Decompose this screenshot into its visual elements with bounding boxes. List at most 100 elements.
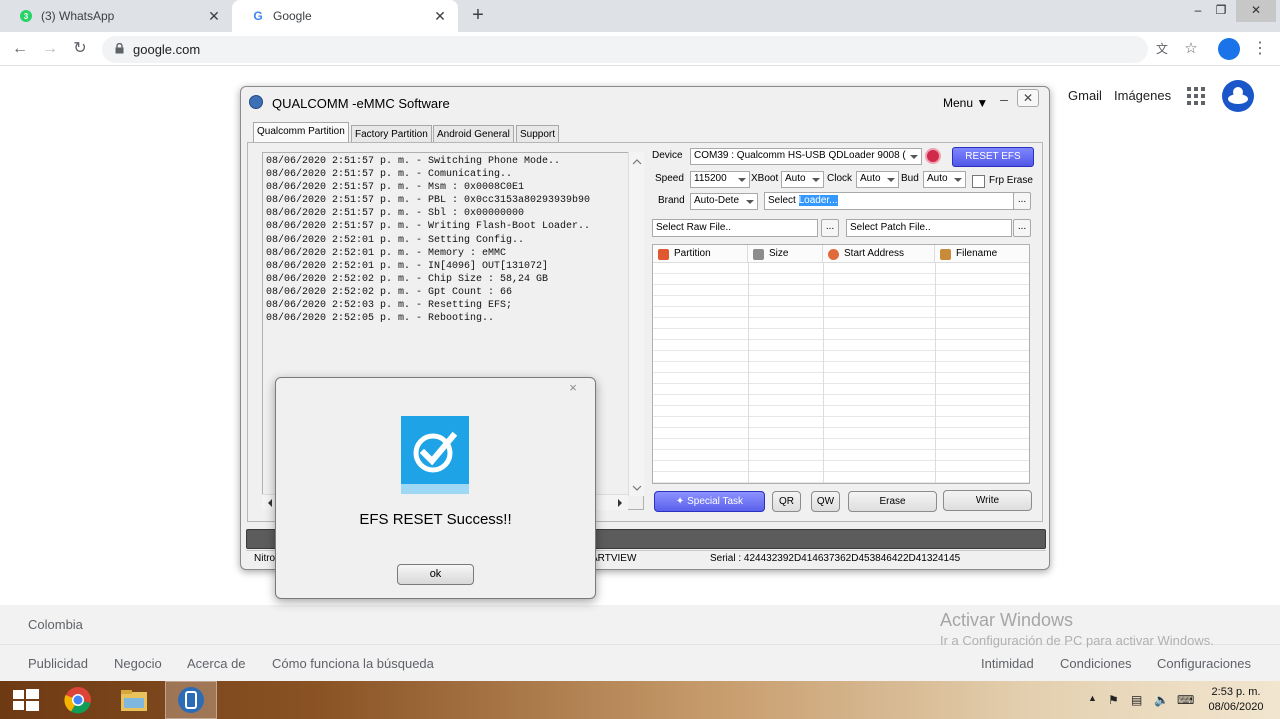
loader-selection: Loader... xyxy=(798,195,838,206)
device-label: Device xyxy=(652,150,683,161)
size-icon xyxy=(753,248,764,260)
chrome-icon xyxy=(64,687,91,714)
log-vertical-scrollbar[interactable] xyxy=(628,152,644,496)
table-header: Partition Size Start Address Filename xyxy=(653,245,1029,263)
gmail-link[interactable]: Gmail xyxy=(1068,88,1102,103)
new-tab-button[interactable]: + xyxy=(467,4,489,27)
window-title: QUALCOMM -eMMC Software xyxy=(272,96,450,111)
patch-file-field[interactable]: Select Patch File.. xyxy=(846,219,1012,237)
partition-icon xyxy=(658,248,669,260)
taskbar-qualcomm-app[interactable] xyxy=(165,681,217,719)
tab-google[interactable]: G Google ✕ xyxy=(232,0,458,32)
app-icon xyxy=(249,95,263,109)
speed-value: 115200 xyxy=(694,173,727,184)
browser-menu-icon[interactable]: ⋮ xyxy=(1250,39,1270,59)
keyboard-icon[interactable]: ⌨ xyxy=(1177,693,1194,707)
write-button[interactable]: Write xyxy=(943,490,1032,511)
taskbar-chrome[interactable] xyxy=(52,681,104,719)
account-avatar[interactable] xyxy=(1222,80,1254,112)
footer-link-terms[interactable]: Condiciones xyxy=(1060,656,1132,671)
minimize-button[interactable]: – xyxy=(996,91,1012,107)
tab-android-general[interactable]: Android General xyxy=(433,125,514,143)
apps-grid-icon[interactable] xyxy=(1187,87,1205,105)
dialog-close-button[interactable]: × xyxy=(565,380,581,395)
restore-window-button[interactable]: ❐ xyxy=(1206,0,1236,22)
tab-whatsapp[interactable]: 3 (3) WhatsApp ✕ xyxy=(0,0,232,32)
close-window-button[interactable]: ✕ xyxy=(1236,0,1276,22)
browse-patch-button[interactable]: ... xyxy=(1013,219,1031,237)
system-clock[interactable]: 2:53 p. m. 08/06/2020 xyxy=(1200,685,1272,715)
erase-button[interactable]: Erase xyxy=(848,491,937,512)
browse-raw-button[interactable]: ... xyxy=(821,219,839,237)
images-link[interactable]: Imágenes xyxy=(1114,88,1171,103)
browse-loader-button[interactable]: ... xyxy=(1013,192,1031,210)
clock-select[interactable]: Auto xyxy=(856,171,899,188)
column-divider xyxy=(823,245,824,483)
ok-button[interactable]: ok xyxy=(397,564,474,585)
log-line: 08/06/2020 2:52:01 p. m. - Memory : eMMC xyxy=(266,247,507,259)
qr-button[interactable]: QR xyxy=(772,491,801,512)
column-divider xyxy=(935,245,936,483)
frp-erase-checkbox[interactable] xyxy=(972,175,985,188)
tab-close-button[interactable]: ✕ xyxy=(206,8,222,25)
chevron-down-icon xyxy=(887,178,895,182)
start-button[interactable] xyxy=(0,681,52,719)
network-icon[interactable]: ▤ xyxy=(1131,693,1142,707)
back-arrow-icon[interactable]: ← xyxy=(9,38,31,60)
address-bar[interactable]: google.com xyxy=(102,36,1148,63)
raw-file-field[interactable]: Select Raw File.. xyxy=(652,219,818,237)
disconnect-icon[interactable] xyxy=(925,148,941,164)
bud-select[interactable]: Auto xyxy=(923,171,966,188)
tab-support[interactable]: Support xyxy=(516,125,560,143)
speed-label: Speed xyxy=(655,173,684,184)
xboot-label: XBoot xyxy=(751,173,779,184)
loader-field[interactable]: Select Loader... xyxy=(764,192,1014,210)
success-dialog: × EFS RESET Success!! ok xyxy=(275,377,596,599)
close-button[interactable]: ✕ xyxy=(1017,89,1039,107)
translate-icon[interactable]: 文 xyxy=(1152,39,1172,59)
tab-qualcomm-partition[interactable]: Qualcomm Partition xyxy=(253,122,349,143)
forward-arrow-icon[interactable]: → xyxy=(39,38,61,60)
volume-icon[interactable]: 🔈 xyxy=(1154,693,1169,707)
bud-label: Bud xyxy=(901,173,919,184)
device-select[interactable]: COM39 : Qualcomm HS-USB QDLoader 9008 ( xyxy=(690,148,922,165)
special-task-button[interactable]: ✦ Special Task xyxy=(654,491,765,512)
footer-link-privacy[interactable]: Intimidad xyxy=(981,656,1034,671)
column-start-address[interactable]: Start Address xyxy=(823,245,935,263)
log-line: 08/06/2020 2:51:57 p. m. - Sbl : 0x00000… xyxy=(266,208,525,220)
reload-icon[interactable]: ↻ xyxy=(69,38,91,60)
status-left: Nitro xyxy=(254,553,276,564)
column-partition[interactable]: Partition xyxy=(653,245,748,263)
action-center-flag-icon[interactable]: ⚑ xyxy=(1108,693,1119,707)
tab-title: Google xyxy=(273,9,312,23)
taskbar-file-explorer[interactable] xyxy=(108,681,160,719)
qw-button[interactable]: QW xyxy=(811,491,840,512)
column-size[interactable]: Size xyxy=(748,245,823,263)
xboot-select[interactable]: Auto xyxy=(781,171,824,188)
footer-link-how-search-works[interactable]: Cómo funciona la búsqueda xyxy=(272,656,434,671)
menu-dropdown[interactable]: Menu ▼ xyxy=(943,96,988,110)
phone-app-icon xyxy=(178,687,204,713)
clock-value: Auto xyxy=(860,173,881,184)
brand-select[interactable]: Auto-Dete xyxy=(690,193,758,210)
bud-value: Auto xyxy=(927,173,948,184)
partition-table[interactable]: Partition Size Start Address Filename xyxy=(652,244,1030,484)
column-filename[interactable]: Filename xyxy=(935,245,1029,263)
log-lines: 08/06/2020 2:51:57 p. m. - Switching Pho… xyxy=(266,155,590,325)
chevron-down-icon xyxy=(910,155,918,159)
clock-date: 08/06/2020 xyxy=(1208,701,1264,713)
tab-factory-partition[interactable]: Factory Partition xyxy=(351,125,432,143)
column-label: Start Address xyxy=(844,248,905,259)
reset-efs-button[interactable]: RESET EFS xyxy=(952,147,1034,167)
brand-label: Brand xyxy=(658,195,685,206)
footer-link-about[interactable]: Acerca de xyxy=(187,656,246,671)
clock-time: 2:53 p. m. xyxy=(1211,686,1261,698)
bookmark-star-icon[interactable]: ☆ xyxy=(1181,39,1201,59)
footer-link-advertising[interactable]: Publicidad xyxy=(28,656,88,671)
profile-avatar[interactable] xyxy=(1218,38,1240,60)
speed-select[interactable]: 115200 xyxy=(690,171,750,188)
tray-overflow-icon[interactable]: ▲ xyxy=(1088,693,1097,703)
footer-link-business[interactable]: Negocio xyxy=(114,656,162,671)
footer-link-settings[interactable]: Configuraciones xyxy=(1157,656,1251,671)
tab-close-button[interactable]: ✕ xyxy=(432,8,448,25)
